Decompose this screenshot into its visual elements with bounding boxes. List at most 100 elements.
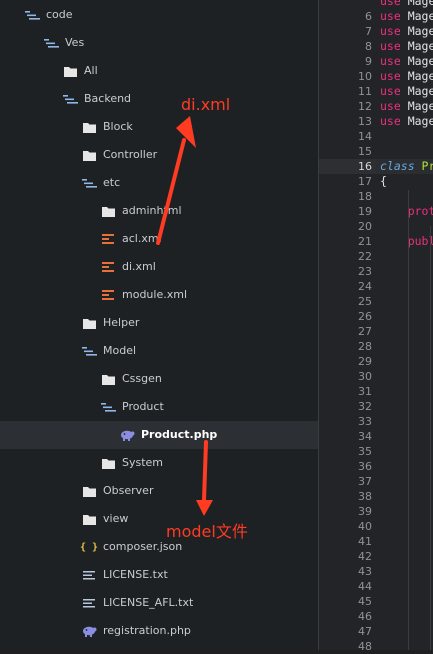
- code-line[interactable]: {: [380, 174, 387, 189]
- line-number: 20: [358, 220, 372, 233]
- tree-item-helper[interactable]: Helper: [0, 309, 318, 337]
- line-number: 13: [358, 115, 372, 128]
- line-number: 7: [365, 25, 372, 38]
- line-number: 36: [358, 460, 372, 473]
- tree-item-registration-php[interactable]: registration.php: [0, 617, 318, 645]
- tree-item-label: Product.php: [141, 428, 218, 441]
- file-tree-sidebar: code Ves All Backend Block Controller etc admin…: [0, 0, 318, 650]
- line-number: 21: [358, 235, 372, 248]
- tree-item-block[interactable]: Block: [0, 113, 318, 141]
- code-token: publ: [380, 234, 433, 248]
- folder-open-icon: [43, 35, 59, 51]
- code-token: Mage: [400, 114, 433, 128]
- code-line[interactable]: use Mage: [380, 54, 433, 69]
- tree-item-etc[interactable]: etc: [0, 169, 318, 197]
- tree-item-label: Cssgen: [122, 372, 162, 385]
- tree-item-label: registration.php: [103, 624, 191, 637]
- code-line[interactable]: use Mage: [380, 69, 433, 84]
- tree-item-label: All: [84, 64, 98, 77]
- tree-item-label: acl.xml: [122, 232, 162, 245]
- code-line[interactable]: use Mage: [380, 39, 433, 54]
- tree-item-label: Model: [103, 344, 137, 357]
- tree-item-label: module.xml: [122, 288, 188, 301]
- tree-item-label: Ves: [65, 36, 85, 49]
- code-line[interactable]: publ: [380, 234, 433, 249]
- code-line[interactable]: use Mage: [380, 114, 433, 129]
- tree-item-cssgen[interactable]: Cssgen: [0, 365, 318, 393]
- code-token: use: [380, 114, 401, 128]
- xml-file-icon: [100, 287, 116, 303]
- line-number: 19: [358, 205, 372, 218]
- line-number: 43: [358, 565, 372, 578]
- tree-item-code[interactable]: code: [0, 1, 318, 29]
- code-editor[interactable]: 6 7 8 9 10 11 12 13 14 15 16 17 18 19 20 21 22 23 24 25 26 27…: [318, 0, 433, 653]
- tree-item-license-afl-txt[interactable]: LICENSE_AFL.txt: [0, 589, 318, 617]
- tree-item-all[interactable]: All: [0, 57, 318, 85]
- tree-item-module-xml[interactable]: module.xml: [0, 281, 318, 309]
- line-number: 46: [358, 610, 372, 623]
- tree-item-label: code: [46, 8, 73, 21]
- line-number: 17: [358, 175, 372, 188]
- tree-item-product-php[interactable]: Product.php: [0, 421, 318, 449]
- tree-item-label: LICENSE_AFL.txt: [103, 596, 194, 609]
- line-number: 27: [358, 325, 372, 338]
- line-number: 31: [358, 385, 372, 398]
- tree-item-di-xml[interactable]: di.xml: [0, 253, 318, 281]
- code-token: use: [380, 99, 401, 113]
- code-token: use: [380, 24, 401, 38]
- line-number: 16: [319, 159, 376, 174]
- line-number: 44: [358, 580, 372, 593]
- code-line[interactable]: class Pr: [380, 159, 433, 174]
- folder-icon: [81, 315, 97, 331]
- folder-open-icon: [24, 7, 40, 23]
- code-token: Mage: [400, 24, 433, 38]
- tree-item-ves[interactable]: Ves: [0, 29, 318, 57]
- code-line[interactable]: use Mage: [380, 84, 433, 99]
- tree-item-acl-xml[interactable]: acl.xml: [0, 225, 318, 253]
- tree-item-label: Helper: [103, 316, 140, 329]
- code-token: Mage: [400, 0, 433, 8]
- tree-item-composer-json[interactable]: { } composer.json: [0, 533, 318, 561]
- code-line[interactable]: use Mage: [380, 9, 433, 24]
- code-line[interactable]: use Mage: [380, 0, 433, 9]
- code-line[interactable]: use Mage: [380, 99, 433, 114]
- code-token: {: [380, 174, 387, 188]
- line-number: 39: [358, 505, 372, 518]
- line-number: 28: [358, 340, 372, 353]
- tree-item-adminhtml[interactable]: adminhtml: [0, 197, 318, 225]
- tree-item-product[interactable]: Product: [0, 393, 318, 421]
- line-number: 12: [358, 100, 372, 113]
- tree-item-system[interactable]: System: [0, 449, 318, 477]
- line-number: 42: [358, 550, 372, 563]
- folder-icon: [81, 147, 97, 163]
- line-number: 22: [358, 250, 372, 263]
- tree-item-observer[interactable]: Observer: [0, 477, 318, 505]
- json-file-icon: { }: [79, 541, 99, 553]
- tree-item-license-txt[interactable]: LICENSE.txt: [0, 561, 318, 589]
- code-token: use: [380, 9, 401, 23]
- line-number: 48: [358, 640, 372, 653]
- line-number: 14: [358, 130, 372, 143]
- indent-guide: [430, 226, 431, 650]
- tree-item-label: adminhtml: [122, 204, 182, 217]
- folder-icon: [100, 371, 116, 387]
- code-token: use: [380, 0, 401, 8]
- line-number: 37: [358, 475, 372, 488]
- code-token: use: [380, 69, 401, 83]
- code-line[interactable]: prot: [380, 204, 433, 219]
- line-number: 26: [358, 310, 372, 323]
- code-line[interactable]: use Mage: [380, 24, 433, 39]
- tree-item-backend[interactable]: Backend: [0, 85, 318, 113]
- folder-open-icon: [81, 175, 97, 191]
- tree-item-view[interactable]: view: [0, 505, 318, 533]
- line-number: 11: [358, 85, 372, 98]
- text-file-icon: [81, 567, 97, 583]
- tree-item-controller[interactable]: Controller: [0, 141, 318, 169]
- code-token: use: [380, 84, 401, 98]
- line-number: 8: [365, 40, 372, 53]
- annotation-model-file: model文件: [166, 522, 248, 541]
- tree-item-model[interactable]: Model: [0, 337, 318, 365]
- code-token: Mage: [400, 84, 433, 98]
- line-number: 40: [358, 520, 372, 533]
- code-token: Mage: [400, 99, 433, 113]
